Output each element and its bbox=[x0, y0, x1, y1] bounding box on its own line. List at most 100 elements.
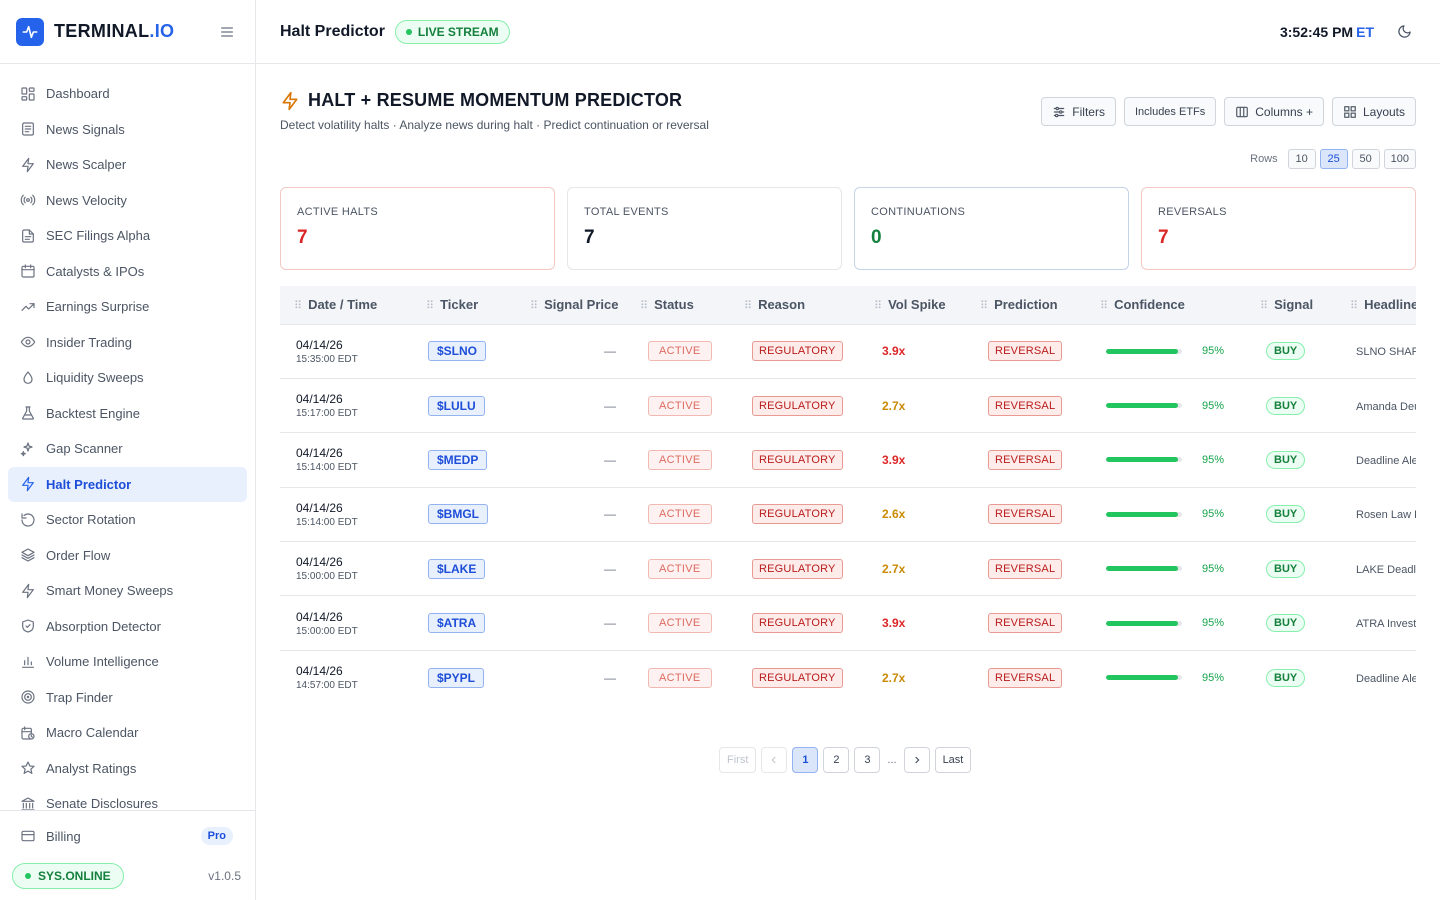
page-button-3[interactable]: 3 bbox=[854, 747, 881, 773]
column-header-confidence[interactable]: ⠿ Confidence bbox=[1086, 286, 1246, 325]
cell-ticker: $SLNO bbox=[412, 324, 506, 378]
rows-option-25[interactable]: 25 bbox=[1319, 149, 1348, 169]
drag-handle-icon[interactable]: ⠿ bbox=[640, 300, 648, 312]
chevron-left-icon[interactable] bbox=[761, 747, 788, 773]
column-header-signal-price[interactable]: ⠿ Signal Price bbox=[506, 286, 626, 325]
sidebar-item-news-signals[interactable]: News Signals bbox=[8, 112, 247, 148]
drag-handle-icon[interactable]: ⠿ bbox=[1350, 300, 1358, 312]
last-page-button[interactable]: Last bbox=[934, 747, 972, 773]
sidebar-item-analyst-ratings[interactable]: Analyst Ratings bbox=[8, 751, 247, 787]
sidebar-item-dashboard[interactable]: Dashboard bbox=[8, 76, 247, 112]
stat-value: 7 bbox=[584, 227, 595, 248]
headline-text[interactable]: LAKE Deadline bbox=[1356, 564, 1416, 576]
drag-handle-icon[interactable]: ⠿ bbox=[1260, 300, 1268, 312]
sidebar-item-trap-finder[interactable]: Trap Finder bbox=[8, 680, 247, 716]
table-row[interactable]: 04/14/26 15:17:00 EDT $LULU — ACTIVE REGULATO… bbox=[280, 378, 1416, 433]
sidebar-item-sec-filings-alpha[interactable]: SEC Filings Alpha bbox=[8, 218, 247, 254]
sidebar-item-catalysts-ipos[interactable]: Catalysts & IPOs bbox=[8, 254, 247, 290]
column-header-ticker[interactable]: ⠿ Ticker bbox=[412, 286, 506, 325]
column-header-label: Reason bbox=[758, 297, 806, 313]
page-button-1[interactable]: 1 bbox=[792, 747, 819, 773]
halts-table-container[interactable]: ⠿ Date / Time ⠿ Ticker ⠿ Signal Price ⠿ Status ⠿… bbox=[280, 286, 1416, 704]
column-header-reason[interactable]: ⠿ Reason bbox=[730, 286, 860, 325]
sidebar-item-halt-predictor[interactable]: Halt Predictor bbox=[8, 466, 247, 502]
signal-badge: BUY bbox=[1266, 505, 1306, 524]
column-header-headline[interactable]: ⠿ Headline bbox=[1336, 286, 1416, 325]
column-header-vol-spike[interactable]: ⠿ Vol Spike bbox=[860, 286, 966, 325]
sidebar-item-smart-money-sweeps[interactable]: Smart Money Sweeps bbox=[8, 573, 247, 609]
table-row[interactable]: 04/14/26 15:00:00 EDT $ATRA — ACTIVE REGULATO… bbox=[280, 596, 1416, 651]
headline-text[interactable]: Deadline Alert bbox=[1356, 455, 1416, 467]
column-header-label: Signal bbox=[1274, 297, 1314, 313]
table-row[interactable]: 04/14/26 15:35:00 EDT $SLNO — ACTIVE REGULATO… bbox=[280, 324, 1416, 379]
headline-text[interactable]: ATRA Investors bbox=[1356, 618, 1416, 630]
ticker-badge[interactable]: $MEDP bbox=[428, 449, 488, 470]
filters-button[interactable]: Filters bbox=[1041, 97, 1116, 126]
sidebar-item-volume-intelligence[interactable]: Volume Intelligence bbox=[8, 644, 247, 680]
sidebar-item-absorption-detector[interactable]: Absorption Detector bbox=[8, 609, 247, 645]
columns-button[interactable]: Columns + bbox=[1224, 97, 1324, 126]
sidebar-item-macro-calendar[interactable]: Macro Calendar bbox=[8, 715, 247, 751]
sidebar-item-order-flow[interactable]: Order Flow bbox=[8, 538, 247, 574]
cell-datetime: 04/14/26 15:17:00 EDT bbox=[280, 378, 412, 432]
first-page-button[interactable]: First bbox=[719, 747, 757, 773]
headline-text[interactable]: Amanda Deutsch bbox=[1356, 401, 1416, 413]
cell-status: ACTIVE bbox=[626, 324, 730, 378]
stats-row: ACTIVE HALTS 7 TOTAL EVENTS 7 CONTINUATIONS 0… bbox=[280, 187, 1416, 270]
column-header-date-time[interactable]: ⠿ Date / Time bbox=[280, 286, 412, 325]
ticker-badge[interactable]: $PYPL bbox=[428, 667, 485, 688]
drag-handle-icon[interactable]: ⠿ bbox=[530, 300, 538, 312]
table-row[interactable]: 04/14/26 15:00:00 EDT $LAKE — ACTIVE REGULATO… bbox=[280, 542, 1416, 596]
column-header-signal[interactable]: ⠿ Signal bbox=[1246, 286, 1336, 325]
ticker-badge[interactable]: $BMGL bbox=[428, 504, 488, 525]
sidebar-item-label: Sector Rotation bbox=[46, 512, 136, 528]
table-row[interactable]: 04/14/26 14:57:00 EDT $PYPL — ACTIVE REGULATO… bbox=[280, 650, 1416, 704]
table-row[interactable]: 04/14/26 15:14:00 EDT $MEDP — ACTIVE REGULATO… bbox=[280, 433, 1416, 488]
rows-option-100[interactable]: 100 bbox=[1383, 149, 1416, 169]
sidebar-item-label: Trap Finder bbox=[46, 689, 113, 705]
sidebar-item-sector-rotation[interactable]: Sector Rotation bbox=[8, 502, 247, 538]
drag-handle-icon[interactable]: ⠿ bbox=[426, 300, 434, 312]
sidebar-item-gap-scanner[interactable]: Gap Scanner bbox=[8, 431, 247, 467]
drag-handle-icon[interactable]: ⠿ bbox=[980, 300, 988, 312]
drag-handle-icon[interactable]: ⠿ bbox=[744, 300, 752, 312]
cell-vol-spike: 2.7x bbox=[860, 650, 966, 704]
table-row[interactable]: 04/14/26 15:14:00 EDT $BMGL — ACTIVE REGULATO… bbox=[280, 487, 1416, 542]
chevron-right-icon[interactable] bbox=[903, 747, 930, 773]
column-header-status[interactable]: ⠿ Status bbox=[626, 286, 730, 325]
pulse-icon[interactable] bbox=[16, 17, 44, 46]
column-header-label: Ticker bbox=[440, 297, 479, 313]
confidence-bar bbox=[1106, 566, 1182, 572]
menu-icon[interactable] bbox=[215, 20, 239, 44]
moon-icon[interactable] bbox=[1392, 20, 1416, 44]
sidebar-item-backtest-engine[interactable]: Backtest Engine bbox=[8, 396, 247, 432]
drag-handle-icon[interactable]: ⠿ bbox=[1100, 300, 1108, 312]
ticker-badge[interactable]: $LAKE bbox=[428, 558, 486, 579]
headline-text[interactable]: Rosen Law Firm bbox=[1356, 509, 1416, 521]
cell-signal: BUY bbox=[1246, 324, 1336, 378]
sidebar-item-news-velocity[interactable]: News Velocity bbox=[8, 183, 247, 219]
headline-text[interactable]: SLNO SHAREHOLDER ALERT bbox=[1356, 346, 1416, 358]
column-header-prediction[interactable]: ⠿ Prediction bbox=[966, 286, 1086, 325]
rows-option-10[interactable]: 10 bbox=[1287, 149, 1316, 169]
drag-handle-icon[interactable]: ⠿ bbox=[294, 300, 302, 312]
sidebar-item-liquidity-sweeps[interactable]: Liquidity Sweeps bbox=[8, 360, 247, 396]
ticker-badge[interactable]: $SLNO bbox=[428, 341, 487, 362]
sidebar-item-news-scalper[interactable]: News Scalper bbox=[8, 147, 247, 183]
headline-text[interactable]: Deadline Alert bbox=[1356, 673, 1416, 685]
sidebar-item-label: Macro Calendar bbox=[46, 725, 139, 741]
brand-name[interactable]: TERMINAL.IO bbox=[54, 21, 174, 42]
status-dot bbox=[25, 873, 31, 879]
rows-option-50[interactable]: 50 bbox=[1351, 149, 1380, 169]
billing-link[interactable]: Billing Pro bbox=[20, 827, 233, 845]
sidebar-item-earnings-surprise[interactable]: Earnings Surprise bbox=[8, 289, 247, 325]
layouts-button[interactable]: Layouts bbox=[1331, 97, 1416, 126]
main-content: HALT + RESUME MOMENTUM PREDICTOR Detect … bbox=[280, 64, 1416, 900]
include-etfs-toggle[interactable]: Includes ETFs bbox=[1123, 97, 1217, 126]
sidebar-item-senate-disclosures[interactable]: Senate Disclosures bbox=[8, 786, 247, 810]
sidebar-item-insider-trading[interactable]: Insider Trading bbox=[8, 325, 247, 361]
drag-handle-icon[interactable]: ⠿ bbox=[874, 300, 882, 312]
ticker-badge[interactable]: $LULU bbox=[428, 395, 485, 416]
ticker-badge[interactable]: $ATRA bbox=[428, 613, 486, 634]
page-button-2[interactable]: 2 bbox=[823, 747, 850, 773]
